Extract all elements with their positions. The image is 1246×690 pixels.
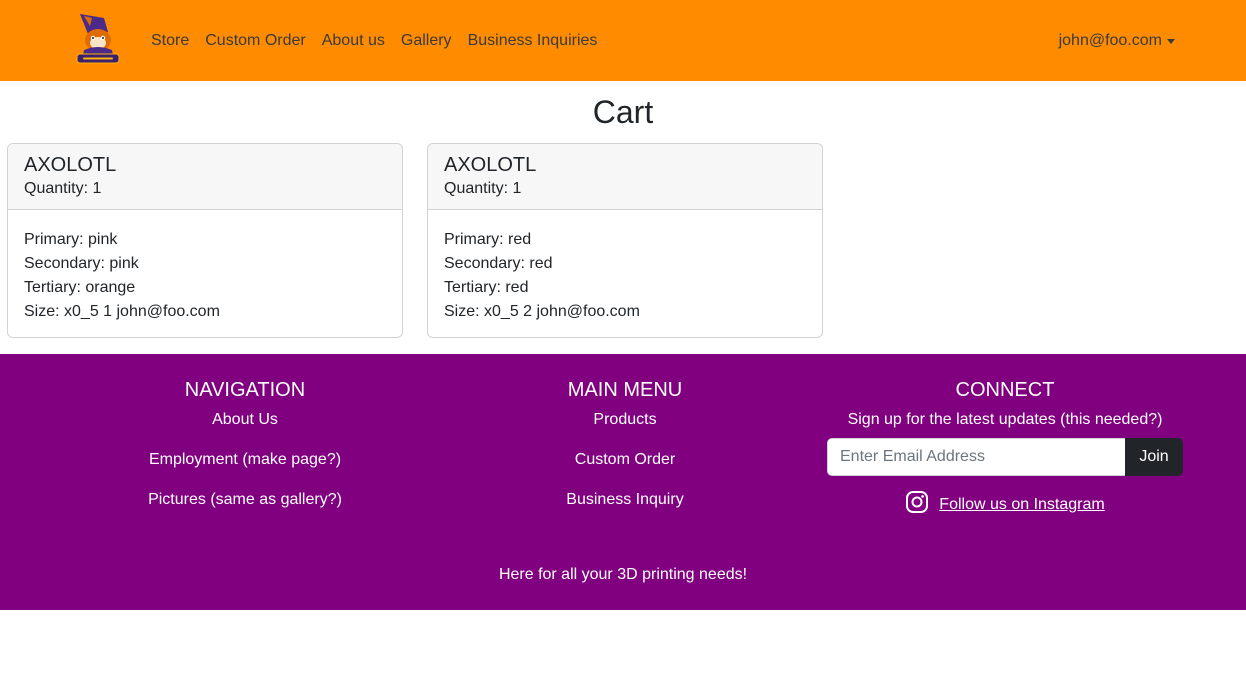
footer-connect: CONNECT Sign up for the latest updates (… — [815, 378, 1195, 519]
cart-item-card: AXOLOTL Quantity: 1 Primary: pink Second… — [7, 143, 403, 338]
card-body: Primary: pink Secondary: pink Tertiary: … — [8, 210, 402, 324]
join-button[interactable]: Join — [1125, 438, 1183, 476]
top-navbar: Store Custom Order About us Gallery Busi… — [0, 0, 1246, 81]
user-email: john@foo.com — [1058, 31, 1162, 49]
item-secondary-color: Secondary: pink — [24, 255, 139, 272]
item-primary-color: Primary: pink — [24, 231, 118, 248]
footer-navigation: NAVIGATION About Us Employment (make pag… — [55, 378, 435, 530]
newsletter-signup: Join — [827, 438, 1183, 476]
item-quantity: Quantity: 1 — [444, 180, 522, 197]
card-header: AXOLOTL Quantity: 1 — [8, 144, 402, 210]
footer-link-business-inquiry[interactable]: Business Inquiry — [435, 490, 815, 510]
item-size: Size: x0_5 1 john@foo.com — [24, 303, 220, 320]
card-body: Primary: red Secondary: red Tertiary: re… — [428, 210, 822, 324]
footer-link-pictures[interactable]: Pictures (same as gallery?) — [55, 490, 435, 510]
footer-main-menu: MAIN MENU Products Custom Order Business… — [435, 378, 815, 530]
nav-custom-order[interactable]: Custom Order — [205, 32, 305, 50]
caret-down-icon — [1167, 39, 1175, 44]
footer-tagline: Here for all your 3D printing needs! — [498, 566, 748, 583]
item-quantity: Quantity: 1 — [24, 180, 102, 197]
site-footer: NAVIGATION About Us Employment (make pag… — [0, 354, 1246, 610]
item-name: AXOLOTL — [24, 154, 117, 176]
item-secondary-color: Secondary: red — [444, 255, 553, 272]
nav-about-us[interactable]: About us — [322, 32, 385, 50]
signup-text: Sign up for the latest updates (this nee… — [847, 411, 1163, 428]
footer-navigation-title: NAVIGATION — [184, 379, 306, 401]
cart-item-card: AXOLOTL Quantity: 1 Primary: red Seconda… — [427, 143, 823, 338]
item-name: AXOLOTL — [444, 154, 537, 176]
main-nav: Store Custom Order About us Gallery Busi… — [151, 0, 597, 81]
nav-store[interactable]: Store — [151, 32, 189, 50]
card-header: AXOLOTL Quantity: 1 — [428, 144, 822, 210]
instagram-icon[interactable] — [905, 490, 929, 519]
footer-link-about-us[interactable]: About Us — [55, 410, 435, 430]
item-tertiary-color: Tertiary: orange — [24, 279, 136, 296]
footer-link-employment[interactable]: Employment (make page?) — [55, 450, 435, 470]
instagram-row: Follow us on Instagram — [815, 490, 1195, 519]
item-primary-color: Primary: red — [444, 231, 532, 248]
nav-gallery[interactable]: Gallery — [401, 32, 452, 50]
footer-link-custom-order[interactable]: Custom Order — [435, 450, 815, 470]
user-dropdown[interactable]: john@foo.com — [1059, 0, 1175, 81]
wizard-logo[interactable] — [74, 12, 122, 66]
footer-connect-title: CONNECT — [955, 379, 1055, 401]
footer-link-products[interactable]: Products — [435, 410, 815, 430]
email-input[interactable] — [827, 438, 1125, 476]
nav-business-inquiries[interactable]: Business Inquiries — [468, 32, 598, 50]
instagram-link[interactable]: Follow us on Instagram — [939, 496, 1104, 514]
item-size: Size: x0_5 2 john@foo.com — [444, 303, 640, 320]
footer-main-menu-title: MAIN MENU — [567, 379, 683, 401]
page-title: Cart — [592, 94, 654, 130]
item-tertiary-color: Tertiary: red — [444, 279, 529, 296]
